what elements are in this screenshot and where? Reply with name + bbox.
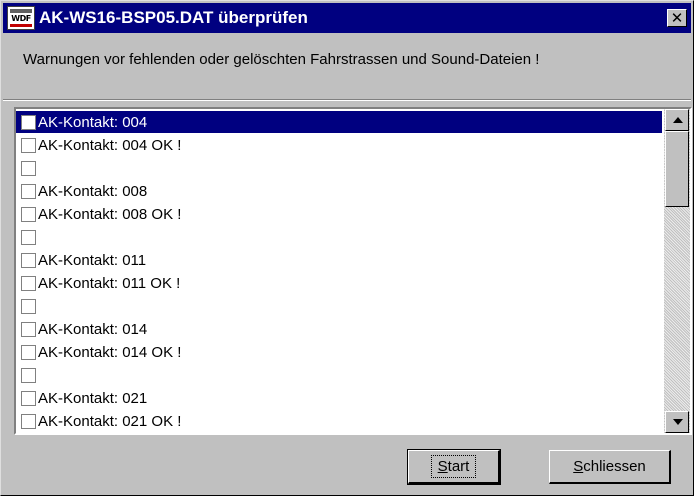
item-checkbox[interactable]: [21, 413, 36, 429]
close-button-label: Schliessen: [573, 458, 646, 475]
item-label: AK-Kontakt: 004 OK !: [38, 136, 182, 154]
item-label: AK-Kontakt: 021 OK !: [38, 412, 182, 430]
item-label: AK-Kontakt: 014: [38, 320, 148, 338]
scroll-down-button[interactable]: [665, 411, 689, 433]
item-checkbox[interactable]: [21, 321, 36, 337]
list-item[interactable]: AK-Kontakt: 014: [16, 318, 662, 340]
item-checkbox[interactable]: [21, 229, 36, 245]
item-label: AK-Kontakt: 011: [38, 251, 147, 269]
vertical-scrollbar[interactable]: [664, 109, 690, 433]
item-checkbox[interactable]: [21, 298, 36, 314]
title-bar[interactable]: WDF AK-WS16-BSP05.DAT überprüfen ✕: [3, 3, 691, 33]
item-checkbox[interactable]: [21, 206, 36, 222]
list-item[interactable]: AK-Kontakt: 004 OK !: [16, 134, 662, 156]
warning-message: Warnungen vor fehlenden oder gelöschten …: [23, 51, 540, 68]
list-item[interactable]: AK-Kontakt: 021 OK !: [16, 410, 662, 432]
window-title: AK-WS16-BSP05.DAT überprüfen: [39, 8, 308, 27]
list-item[interactable]: [16, 226, 662, 248]
item-checkbox[interactable]: [21, 344, 36, 360]
list-item[interactable]: AK-Kontakt: 011 OK !: [16, 272, 662, 294]
item-checkbox[interactable]: [21, 183, 36, 199]
item-checkbox[interactable]: [21, 160, 36, 176]
scroll-up-button[interactable]: [665, 109, 689, 131]
list-item[interactable]: AK-Kontakt: 014 OK !: [16, 341, 662, 363]
item-checkbox[interactable]: [21, 367, 36, 383]
item-label: AK-Kontakt: 004: [38, 113, 148, 131]
list-item[interactable]: AK-Kontakt: 008: [16, 180, 662, 202]
start-button-label: Start: [430, 455, 477, 478]
arrow-down-icon: [673, 419, 683, 425]
scroll-thumb[interactable]: [665, 131, 689, 207]
item-label: AK-Kontakt: 008 OK !: [38, 205, 182, 223]
separator: [3, 99, 691, 101]
list-item[interactable]: AK-Kontakt: 021: [16, 387, 662, 409]
dialog-window: WDF AK-WS16-BSP05.DAT überprüfen ✕ Warnu…: [0, 0, 694, 496]
item-checkbox[interactable]: [21, 114, 36, 130]
item-label: AK-Kontakt: 021: [38, 389, 148, 407]
item-checkbox[interactable]: [21, 252, 36, 268]
close-icon: ✕: [670, 9, 684, 27]
app-logo-icon: WDF: [7, 6, 35, 30]
list-item[interactable]: AK-Kontakt: 011: [16, 249, 662, 271]
arrow-up-icon: [673, 117, 683, 123]
list-item[interactable]: [16, 364, 662, 386]
item-checkbox[interactable]: [21, 275, 36, 291]
item-label: AK-Kontakt: 011 OK !: [38, 274, 181, 292]
start-button[interactable]: Start: [407, 449, 501, 485]
list-item[interactable]: [16, 295, 662, 317]
list-item[interactable]: AK-Kontakt: 008 OK !: [16, 203, 662, 225]
close-button[interactable]: ✕: [667, 9, 687, 27]
item-label: AK-Kontakt: 014 OK !: [38, 343, 182, 361]
warnings-list[interactable]: AK-Kontakt: 004 AK-Kontakt: 004 OK ! AK-Ko…: [14, 107, 692, 435]
list-item[interactable]: AK-Kontakt: 004: [16, 111, 662, 133]
item-checkbox[interactable]: [21, 137, 36, 153]
item-label: AK-Kontakt: 008: [38, 182, 148, 200]
close-dialog-button[interactable]: Schliessen: [549, 450, 671, 484]
list-item[interactable]: [16, 157, 662, 179]
list-items: AK-Kontakt: 004 AK-Kontakt: 004 OK ! AK-Ko…: [16, 109, 664, 433]
item-checkbox[interactable]: [21, 390, 36, 406]
